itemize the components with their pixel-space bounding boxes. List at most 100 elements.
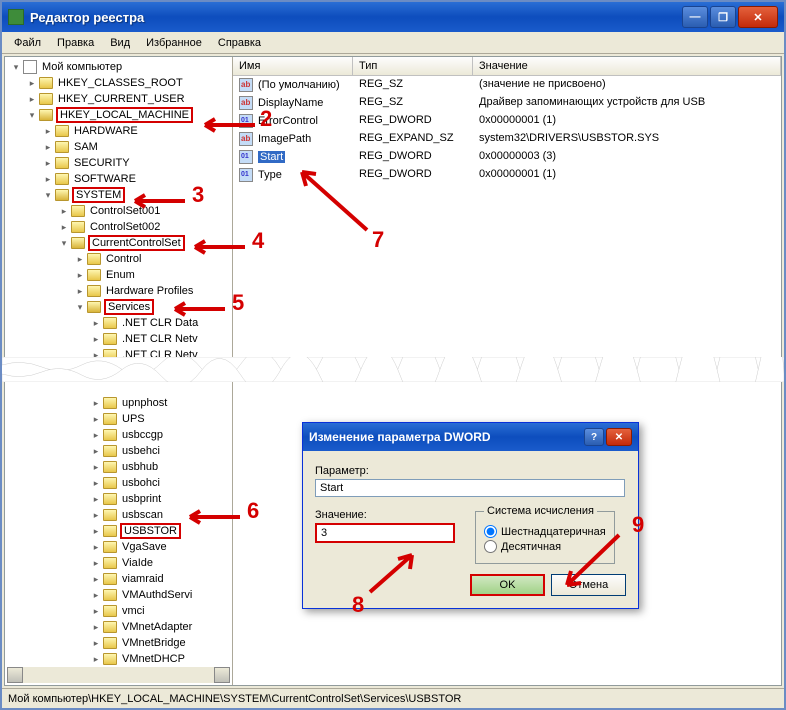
tree-item[interactable]: ▸ViaIde bbox=[7, 555, 230, 571]
column-headers[interactable]: Имя Тип Значение bbox=[233, 57, 781, 76]
tree-item[interactable]: ▸upnphost bbox=[7, 395, 230, 411]
value-row[interactable]: StartREG_DWORD0x00000003 (3) bbox=[233, 148, 781, 166]
collapse-icon[interactable]: ▾ bbox=[75, 302, 85, 312]
tree-item[interactable]: ▸Control bbox=[7, 251, 230, 267]
tree-item[interactable]: ▾HKEY_LOCAL_MACHINE bbox=[7, 107, 230, 123]
tree-item[interactable]: ▸usbprint bbox=[7, 491, 230, 507]
tree-item[interactable]: ▸usbehci bbox=[7, 443, 230, 459]
tree-item[interactable]: ▸usbohci bbox=[7, 475, 230, 491]
expand-icon[interactable]: ▸ bbox=[91, 558, 101, 568]
param-name-input[interactable] bbox=[315, 479, 625, 497]
expand-icon[interactable]: ▸ bbox=[59, 206, 69, 216]
tree-item[interactable]: ▸.NET CLR Data bbox=[7, 315, 230, 331]
expand-icon[interactable]: ▸ bbox=[91, 430, 101, 440]
expand-icon[interactable]: ▸ bbox=[59, 222, 69, 232]
expand-icon[interactable]: ▸ bbox=[43, 158, 53, 168]
tree-scrollbar[interactable] bbox=[7, 667, 230, 683]
menu-view[interactable]: Вид bbox=[102, 35, 138, 51]
string-icon bbox=[239, 78, 253, 92]
expand-icon[interactable]: ▸ bbox=[43, 142, 53, 152]
col-name[interactable]: Имя bbox=[233, 57, 353, 75]
value-row[interactable]: ErrorControlREG_DWORD0x00000001 (1) bbox=[233, 112, 781, 130]
expand-icon[interactable]: ▸ bbox=[43, 174, 53, 184]
tree-item[interactable]: ▸HARDWARE bbox=[7, 123, 230, 139]
collapse-icon[interactable]: ▾ bbox=[27, 110, 37, 120]
collapse-icon[interactable]: ▾ bbox=[11, 62, 21, 72]
expand-icon[interactable]: ▸ bbox=[91, 654, 101, 664]
tree-item[interactable]: ▾CurrentControlSet bbox=[7, 235, 230, 251]
tree-item[interactable]: ▾Мой компьютер bbox=[7, 59, 230, 75]
radio-dec[interactable] bbox=[484, 540, 497, 553]
tree-item[interactable]: ▸viamraid bbox=[7, 571, 230, 587]
tree-item[interactable]: ▸Enum bbox=[7, 267, 230, 283]
expand-icon[interactable]: ▸ bbox=[27, 78, 37, 88]
maximize-button[interactable]: ❐ bbox=[710, 6, 736, 28]
tree-item[interactable]: ▸VMnetBridge bbox=[7, 635, 230, 651]
tree-item[interactable]: ▸usbhub bbox=[7, 459, 230, 475]
tree-item[interactable]: ▸HKEY_CURRENT_USER bbox=[7, 91, 230, 107]
expand-icon[interactable]: ▸ bbox=[27, 94, 37, 104]
expand-icon[interactable]: ▸ bbox=[75, 286, 85, 296]
expand-icon[interactable]: ▸ bbox=[91, 590, 101, 600]
value-row[interactable]: (По умолчанию)REG_SZ(значение не присвое… bbox=[233, 76, 781, 94]
tree-item[interactable]: ▸usbccgp bbox=[7, 427, 230, 443]
minimize-button[interactable]: — bbox=[682, 6, 708, 28]
menu-edit[interactable]: Правка bbox=[49, 35, 102, 51]
tree-item[interactable]: ▸VMnetAdapter bbox=[7, 619, 230, 635]
expand-icon[interactable]: ▸ bbox=[91, 638, 101, 648]
cancel-button[interactable]: Отмена bbox=[551, 574, 626, 596]
tree-item[interactable]: ▸.NET CLR Netv bbox=[7, 331, 230, 347]
col-value[interactable]: Значение bbox=[473, 57, 781, 75]
expand-icon[interactable]: ▸ bbox=[91, 478, 101, 488]
tree-item[interactable]: ▸UPS bbox=[7, 411, 230, 427]
expand-icon[interactable]: ▸ bbox=[91, 462, 101, 472]
value-data: 0x00000001 (1) bbox=[473, 113, 781, 129]
tree-item[interactable]: ▸vmci bbox=[7, 603, 230, 619]
tree-item[interactable]: ▸SAM bbox=[7, 139, 230, 155]
dialog-titlebar[interactable]: Изменение параметра DWORD ? ✕ bbox=[303, 423, 638, 451]
value-row[interactable]: ImagePathREG_EXPAND_SZsystem32\DRIVERS\U… bbox=[233, 130, 781, 148]
expand-icon[interactable]: ▸ bbox=[91, 510, 101, 520]
expand-icon[interactable]: ▸ bbox=[75, 270, 85, 280]
expand-icon[interactable]: ▸ bbox=[91, 494, 101, 504]
tree-item[interactable]: ▸usbscan bbox=[7, 507, 230, 523]
expand-icon[interactable]: ▸ bbox=[91, 334, 101, 344]
tree-item[interactable]: ▸HKEY_CLASSES_ROOT bbox=[7, 75, 230, 91]
tree-item[interactable]: ▸Hardware Profiles bbox=[7, 283, 230, 299]
expand-icon[interactable]: ▸ bbox=[91, 414, 101, 424]
tree-item[interactable]: ▸VMAuthdServi bbox=[7, 587, 230, 603]
ok-button[interactable]: OK bbox=[470, 574, 545, 596]
value-input[interactable] bbox=[315, 523, 455, 543]
tree-item[interactable]: ▸SECURITY bbox=[7, 155, 230, 171]
collapse-icon[interactable]: ▾ bbox=[59, 238, 69, 248]
tree-item[interactable]: ▸USBSTOR bbox=[7, 523, 230, 539]
expand-icon[interactable]: ▸ bbox=[75, 254, 85, 264]
value-row[interactable]: TypeREG_DWORD0x00000001 (1) bbox=[233, 166, 781, 184]
folder-icon bbox=[103, 461, 117, 473]
expand-icon[interactable]: ▸ bbox=[91, 318, 101, 328]
close-button[interactable]: ✕ bbox=[738, 6, 778, 28]
expand-icon[interactable]: ▸ bbox=[43, 126, 53, 136]
radio-hex[interactable] bbox=[484, 525, 497, 538]
collapse-icon[interactable]: ▾ bbox=[43, 190, 53, 200]
menu-file[interactable]: Файл bbox=[6, 35, 49, 51]
value-row[interactable]: DisplayNameREG_SZДрайвер запоминающих ус… bbox=[233, 94, 781, 112]
expand-icon[interactable]: ▸ bbox=[91, 606, 101, 616]
menu-help[interactable]: Справка bbox=[210, 35, 269, 51]
dialog-close-button[interactable]: ✕ bbox=[606, 428, 632, 446]
expand-icon[interactable]: ▸ bbox=[91, 398, 101, 408]
tree-item[interactable]: ▸ControlSet002 bbox=[7, 219, 230, 235]
dialog-help-button[interactable]: ? bbox=[584, 428, 604, 446]
expand-icon[interactable]: ▸ bbox=[91, 526, 101, 536]
tree-item[interactable]: ▾Services bbox=[7, 299, 230, 315]
expand-icon[interactable]: ▸ bbox=[91, 574, 101, 584]
menu-favorites[interactable]: Избранное bbox=[138, 35, 210, 51]
col-type[interactable]: Тип bbox=[353, 57, 473, 75]
tree-item[interactable]: ▸VgaSave bbox=[7, 539, 230, 555]
titlebar[interactable]: Редактор реестра — ❐ ✕ bbox=[2, 2, 784, 32]
tree-item[interactable]: ▸VMnetDHCP bbox=[7, 651, 230, 667]
expand-icon[interactable]: ▸ bbox=[91, 542, 101, 552]
annotation-8: 8 bbox=[352, 592, 364, 618]
expand-icon[interactable]: ▸ bbox=[91, 446, 101, 456]
expand-icon[interactable]: ▸ bbox=[91, 622, 101, 632]
